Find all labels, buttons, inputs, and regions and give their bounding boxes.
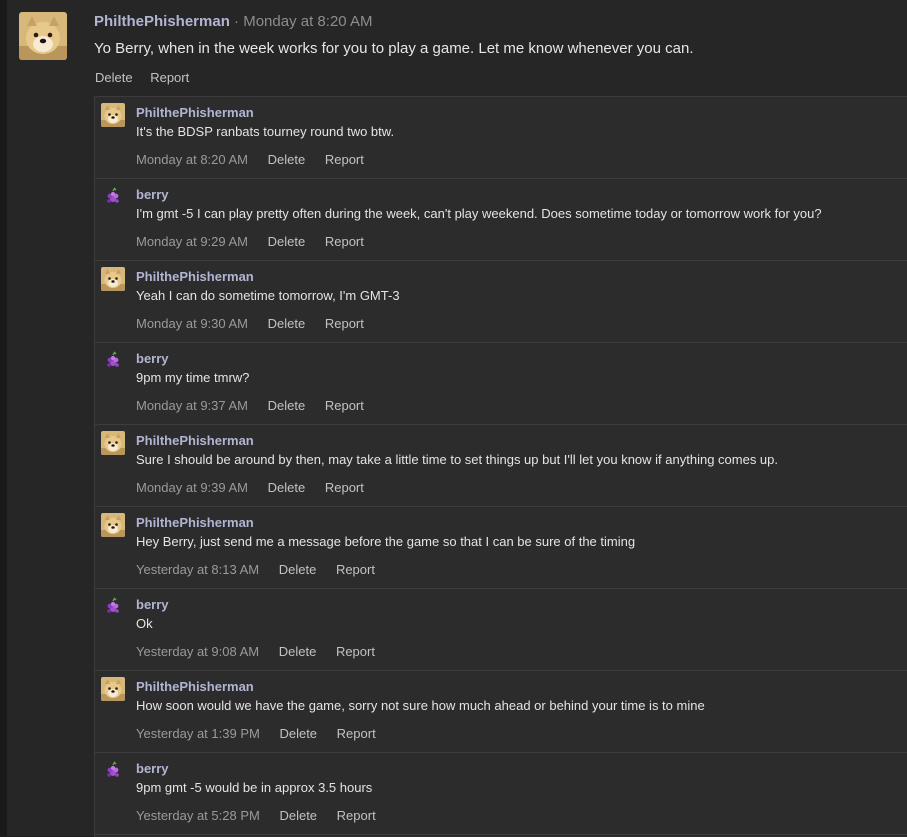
comment: berry Ok Yesterday at 9:08 AM Delete Rep… xyxy=(95,589,907,671)
doge-avatar[interactable] xyxy=(101,513,125,537)
comment-time[interactable]: Monday at 8:20 AM xyxy=(136,152,248,167)
post-time[interactable]: Monday at 8:20 AM xyxy=(243,13,372,30)
comment-time[interactable]: Monday at 9:37 AM xyxy=(136,398,248,413)
comment-author[interactable]: PhilthePhisherman xyxy=(136,679,254,695)
comment: berry I'm gmt -5 I can play pretty often… xyxy=(95,179,907,261)
comment-meta: Yesterday at 9:08 AM Delete Report xyxy=(136,644,391,660)
comment-meta: Yesterday at 5:28 PM Delete Report xyxy=(136,808,392,824)
comment-delete-link[interactable]: Delete xyxy=(279,644,317,659)
berry-avatar[interactable] xyxy=(101,759,125,783)
comment-text: Ok xyxy=(136,616,153,631)
comment-text: It's the BDSP ranbats tourney round two … xyxy=(136,124,395,139)
comment-author[interactable]: PhilthePhisherman xyxy=(136,105,254,121)
comment: berry 9pm my time tmrw? Monday at 9:37 A… xyxy=(95,343,907,425)
comment-report-link[interactable]: Report xyxy=(337,726,376,741)
comment-author[interactable]: berry xyxy=(136,351,169,367)
comment-author[interactable]: berry xyxy=(136,187,169,203)
comment-report-link[interactable]: Report xyxy=(337,808,376,823)
comment-time[interactable]: Monday at 9:39 AM xyxy=(136,480,248,495)
comment-delete-link[interactable]: Delete xyxy=(268,152,306,167)
comment: PhilthePhisherman Hey Berry, just send m… xyxy=(95,507,907,589)
post-report-link[interactable]: Report xyxy=(150,70,189,85)
comment-text: 9pm my time tmrw? xyxy=(136,370,250,385)
post-author[interactable]: PhilthePhisherman xyxy=(94,13,230,30)
comment-delete-link[interactable]: Delete xyxy=(268,398,306,413)
post-header: PhilthePhisherman · Monday at 8:20 AM xyxy=(94,12,372,32)
comment-time[interactable]: Yesterday at 5:28 PM xyxy=(136,808,260,823)
doge-avatar[interactable] xyxy=(101,267,125,291)
comment-time[interactable]: Yesterday at 1:39 PM xyxy=(136,726,260,741)
post-delete-link[interactable]: Delete xyxy=(95,70,133,85)
comment-delete-link[interactable]: Delete xyxy=(279,808,317,823)
comment-report-link[interactable]: Report xyxy=(336,562,375,577)
comment-meta: Monday at 9:29 AM Delete Report xyxy=(136,234,380,250)
berry-avatar[interactable] xyxy=(101,185,125,209)
comment: PhilthePhisherman How soon would we have… xyxy=(95,671,907,753)
comment-author[interactable]: PhilthePhisherman xyxy=(136,269,254,285)
comment-delete-link[interactable]: Delete xyxy=(279,562,317,577)
comment-text: How soon would we have the game, sorry n… xyxy=(136,698,705,713)
comment-meta: Monday at 9:30 AM Delete Report xyxy=(136,316,380,332)
comment: PhilthePhisherman Sure I should be aroun… xyxy=(95,425,907,507)
comment-text: I'm gmt -5 I can play pretty often durin… xyxy=(136,206,822,221)
comment: PhilthePhisherman It's the BDSP ranbats … xyxy=(95,97,907,179)
comment-author[interactable]: berry xyxy=(136,597,169,613)
comment-meta: Monday at 8:20 AM Delete Report xyxy=(136,152,380,168)
comment-text: Yeah I can do sometime tomorrow, I'm GMT… xyxy=(136,288,400,303)
comment-list: PhilthePhisherman It's the BDSP ranbats … xyxy=(94,96,907,837)
comment-author[interactable]: PhilthePhisherman xyxy=(136,515,254,531)
comment-report-link[interactable]: Report xyxy=(325,398,364,413)
berry-avatar[interactable] xyxy=(101,349,125,373)
doge-avatar[interactable] xyxy=(101,431,125,455)
comment-text: Hey Berry, just send me a message before… xyxy=(136,534,636,549)
comment-text: Sure I should be around by then, may tak… xyxy=(136,452,779,467)
comment-report-link[interactable]: Report xyxy=(325,316,364,331)
comment-delete-link[interactable]: Delete xyxy=(279,726,317,741)
left-gutter xyxy=(0,0,7,836)
comment-report-link[interactable]: Report xyxy=(336,644,375,659)
comment-time[interactable]: Yesterday at 9:08 AM xyxy=(136,644,259,659)
comment-text: 9pm gmt -5 would be in approx 3.5 hours xyxy=(136,780,373,795)
comment-meta: Yesterday at 8:13 AM Delete Report xyxy=(136,562,391,578)
comment-meta: Monday at 9:37 AM Delete Report xyxy=(136,398,380,414)
comment-meta: Yesterday at 1:39 PM Delete Report xyxy=(136,726,392,742)
comment-meta: Monday at 9:39 AM Delete Report xyxy=(136,480,380,496)
doge-avatar[interactable] xyxy=(101,103,125,127)
comment-time[interactable]: Monday at 9:29 AM xyxy=(136,234,248,249)
comment-author[interactable]: PhilthePhisherman xyxy=(136,433,254,449)
comment-time[interactable]: Monday at 9:30 AM xyxy=(136,316,248,331)
comment-delete-link[interactable]: Delete xyxy=(268,234,306,249)
comment-delete-link[interactable]: Delete xyxy=(268,480,306,495)
comment-report-link[interactable]: Report xyxy=(325,480,364,495)
post-actions: Delete Report xyxy=(95,69,203,87)
comment-report-link[interactable]: Report xyxy=(325,152,364,167)
berry-avatar[interactable] xyxy=(101,595,125,619)
doge-avatar[interactable] xyxy=(19,12,67,60)
comment: berry 9pm gmt -5 would be in approx 3.5 … xyxy=(95,753,907,835)
comment-author[interactable]: berry xyxy=(136,761,169,777)
doge-avatar[interactable] xyxy=(101,677,125,701)
comment-report-link[interactable]: Report xyxy=(325,234,364,249)
post-body: Yo Berry, when in the week works for you… xyxy=(94,40,694,57)
comment-time[interactable]: Yesterday at 8:13 AM xyxy=(136,562,259,577)
post-separator: · xyxy=(234,13,240,30)
profile-post: PhilthePhisherman · Monday at 8:20 AM Yo… xyxy=(7,0,907,837)
comment: PhilthePhisherman Yeah I can do sometime… xyxy=(95,261,907,343)
comment-delete-link[interactable]: Delete xyxy=(268,316,306,331)
